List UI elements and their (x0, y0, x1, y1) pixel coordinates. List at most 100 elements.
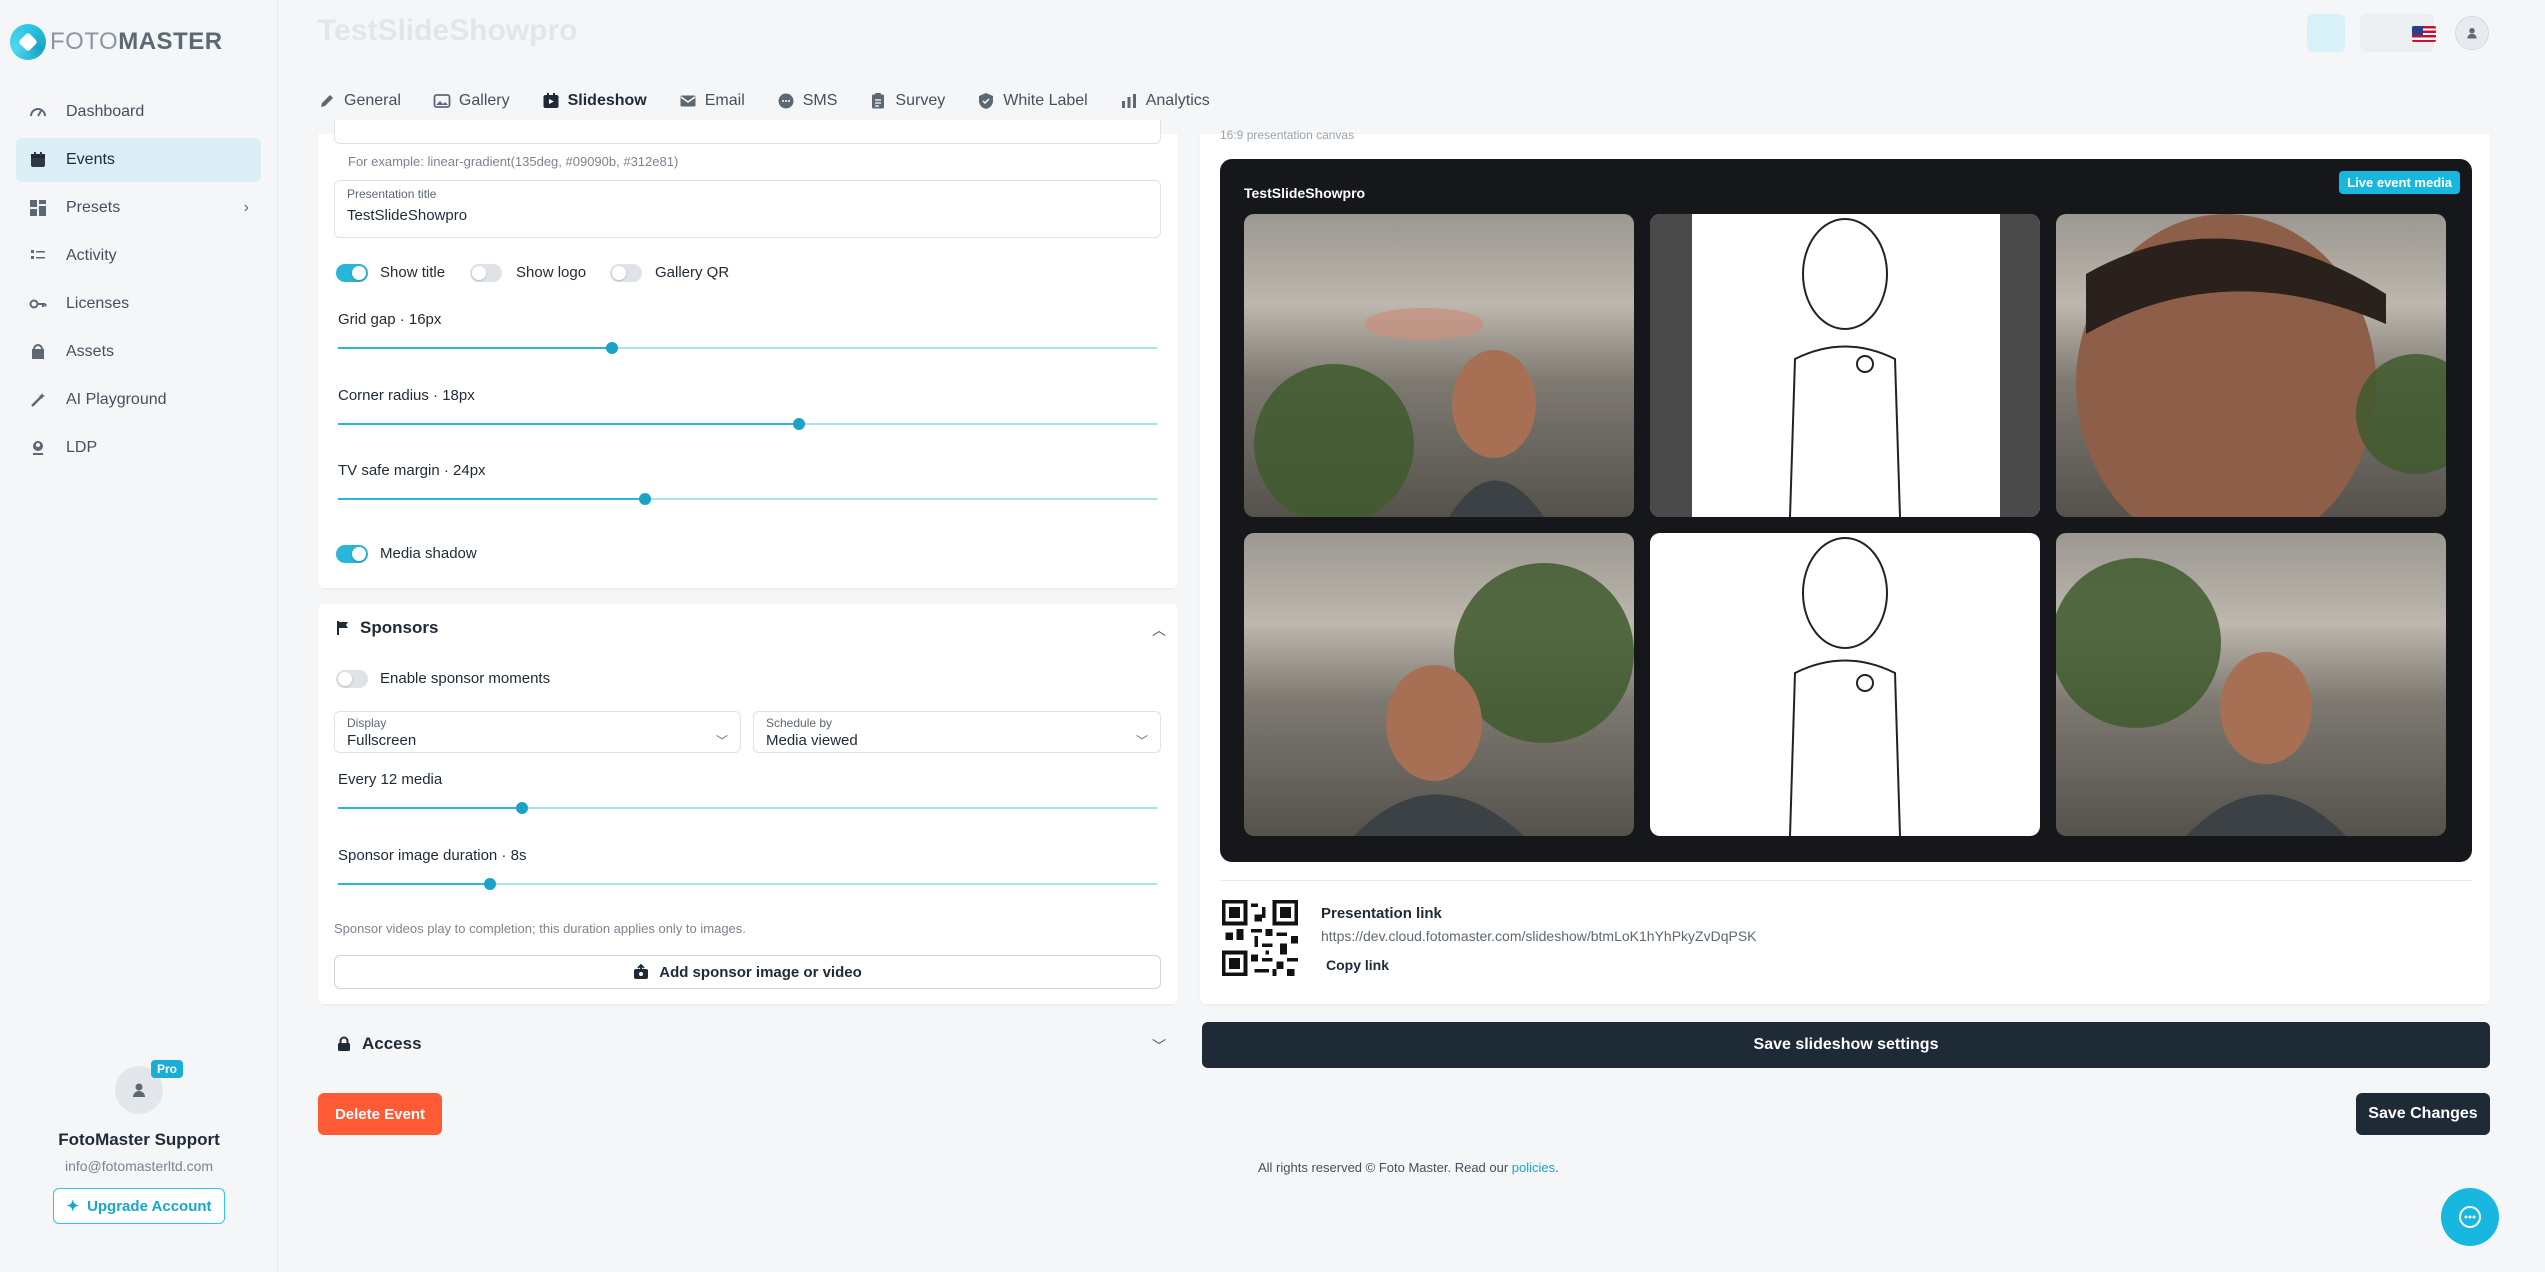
sidebar-nav: Dashboard Events Presets › Activity Lice… (16, 90, 261, 474)
tab-gallery[interactable]: Gallery (433, 86, 510, 120)
enable-sponsor-toggle[interactable] (336, 670, 368, 688)
corner-radius-slider[interactable] (338, 418, 1157, 430)
show-logo-toggle[interactable] (470, 264, 502, 282)
tab-email[interactable]: Email (679, 86, 745, 120)
presentation-title-field[interactable]: Presentation title TestSlideShowpro (334, 180, 1161, 238)
schedule-by-select[interactable]: Schedule by Media viewed ﹀ (753, 711, 1161, 753)
show-title-toggle[interactable] (336, 264, 368, 282)
chevron-right-icon: › (243, 199, 249, 216)
show-logo-label: Show logo (516, 264, 587, 281)
sponsor-duration-slider[interactable] (338, 878, 1157, 890)
media-tile-sketch[interactable] (1650, 214, 2040, 517)
sidebar-item-label: Activity (66, 247, 117, 264)
gauge-icon (28, 102, 48, 122)
media-tile-photo[interactable] (2056, 214, 2446, 517)
sidebar-item-presets[interactable]: Presets › (16, 186, 261, 230)
footer-end: . (1555, 1160, 1559, 1175)
access-title: Access (362, 1034, 422, 1053)
save-slideshow-settings-button[interactable]: Save slideshow settings (1202, 1022, 2490, 1068)
media-shadow-toggle[interactable] (336, 545, 368, 563)
tv-safe-margin-slider[interactable] (338, 493, 1157, 505)
tab-analytics[interactable]: Analytics (1120, 86, 1210, 120)
corner-radius-label: Corner radius · 18px (338, 387, 475, 404)
user-icon (133, 1083, 145, 1097)
image-icon (433, 92, 451, 110)
slider-thumb[interactable] (793, 418, 806, 430)
tab-slideshow[interactable]: Slideshow (541, 86, 647, 126)
media-tile-sketch[interactable] (1650, 533, 2040, 836)
portrait-photo (2056, 558, 2346, 836)
media-tile-photo[interactable] (1244, 533, 1634, 836)
gallery-qr-label: Gallery QR (655, 264, 730, 281)
page-title: TestSlideShowpro (318, 14, 578, 47)
flag-icon (337, 621, 348, 635)
sidebar-item-assets[interactable]: Assets (16, 330, 261, 374)
portrait-photo (1354, 563, 1634, 836)
sidebar-item-events[interactable]: Events (16, 138, 261, 182)
qr-code (1222, 900, 1298, 976)
us-flag-icon[interactable] (2412, 26, 2436, 42)
preview-title: TestSlideShowpro (1244, 185, 1366, 201)
clipboard-icon (869, 92, 887, 110)
grid-gap-label: Grid gap · 16px (338, 311, 442, 328)
media-tile-photo[interactable] (2056, 533, 2446, 836)
sponsor-duration-label: Sponsor image duration · 8s (338, 847, 527, 864)
gallery-qr-toggle[interactable] (610, 264, 642, 282)
slideshow-preview: TestSlideShowpro Live event media (1220, 159, 2472, 862)
header-avatar[interactable] (2455, 16, 2489, 50)
upload-media-icon (634, 964, 649, 979)
lock-icon (338, 1036, 350, 1051)
sidebar-item-licenses[interactable]: Licenses (16, 282, 261, 326)
sidebar-item-activity[interactable]: Activity (16, 234, 261, 278)
chat-support-button[interactable] (2441, 1188, 2499, 1246)
grid-gap-slider[interactable] (338, 342, 1157, 354)
tab-survey[interactable]: Survey (869, 86, 945, 120)
footer: All rights reserved © Foto Master. Read … (1258, 1160, 1559, 1175)
delete-event-button[interactable]: Delete Event (318, 1093, 442, 1135)
divider (1220, 880, 2472, 881)
presentation-link-url[interactable]: https://dev.cloud.fotomaster.com/slidesh… (1321, 928, 1757, 944)
access-section[interactable]: Access ﹀ (318, 1026, 1178, 1064)
upgrade-account-button[interactable]: ✦ Upgrade Account (53, 1188, 225, 1224)
canvas-caption: 16:9 presentation canvas (1220, 128, 1355, 142)
tab-sms[interactable]: SMS (777, 86, 838, 120)
add-sponsor-label: Add sponsor image or video (659, 963, 862, 981)
sidebar-item-label: Licenses (66, 295, 130, 312)
chevron-up-icon[interactable]: ︿ (1152, 620, 1166, 640)
logo-text: FOTOMASTER (50, 28, 223, 55)
sidebar-item-ldp[interactable]: LDP (16, 426, 261, 470)
media-shadow-label: Media shadow (380, 545, 477, 562)
sidebar-item-label: Presets (66, 199, 121, 216)
sidebar-item-label: Dashboard (66, 103, 145, 120)
sparkle-icon: ✦ (66, 1198, 80, 1215)
grid-icon (28, 198, 48, 218)
copy-link-button[interactable]: Copy link (1326, 957, 1389, 973)
avatar[interactable]: Pro (115, 1060, 183, 1114)
tab-white-label[interactable]: White Label (977, 86, 1088, 120)
media-tile-photo[interactable] (1244, 214, 1634, 517)
display-select[interactable]: Display Fullscreen ﹀ (334, 711, 741, 753)
fotomaster-logo[interactable]: FOTOMASTER (10, 24, 223, 60)
top-header: TestSlideShowpro (278, 0, 2545, 64)
chevron-down-icon[interactable]: ﹀ (1152, 1036, 1166, 1056)
save-changes-button[interactable]: Save Changes (2356, 1093, 2490, 1135)
gradient-input-bottom[interactable] (334, 120, 1161, 144)
sidebar-item-label: Assets (66, 343, 115, 360)
mail-icon (679, 92, 697, 110)
settings-tabs: General Gallery Slideshow Email SMS Surv… (318, 86, 1242, 126)
every-media-slider[interactable] (338, 802, 1157, 814)
tab-label: SMS (802, 92, 838, 109)
tv-safe-margin-label: TV safe margin · 24px (338, 462, 486, 479)
sidebar-item-ai-playground[interactable]: AI Playground (16, 378, 261, 422)
header-action-button[interactable] (2307, 14, 2345, 52)
add-sponsor-button[interactable]: Add sponsor image or video (334, 955, 1161, 989)
slider-fill (338, 883, 491, 885)
tab-general[interactable]: General (318, 86, 401, 120)
box-icon (28, 342, 48, 362)
sidebar-item-dashboard[interactable]: Dashboard (16, 90, 261, 134)
policies-link[interactable]: policies (1512, 1160, 1555, 1175)
sponsors-header[interactable]: Sponsors (336, 618, 438, 638)
tab-label: Slideshow (567, 92, 647, 109)
closeup-photo (2076, 214, 2446, 517)
sidebar-item-label: Events (66, 151, 115, 168)
